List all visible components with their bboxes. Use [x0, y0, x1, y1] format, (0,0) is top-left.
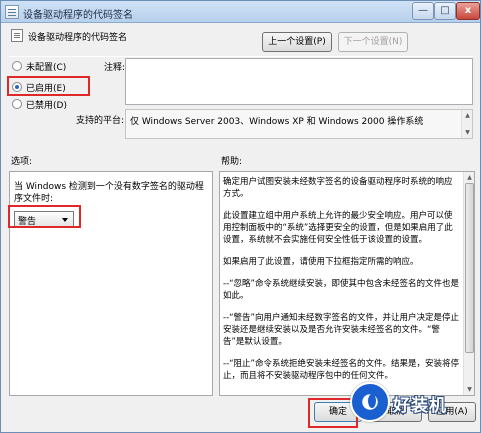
- options-description: 当 Windows 检测到一个没有数字签名的驱动程序文件时:: [14, 182, 204, 204]
- scroll-up-icon[interactable]: ▲: [463, 111, 472, 120]
- help-paragraph: 确定用户试图安装未经数字签名的设备驱动程序时系统的响应方式。: [223, 177, 453, 199]
- watermark-text: 好装机: [393, 396, 447, 416]
- radio-label: 已禁用(D): [26, 101, 67, 111]
- help-label: 帮助:: [221, 157, 243, 167]
- setting-icon: [11, 29, 23, 42]
- radio-circle[interactable]: [12, 61, 22, 71]
- dialog-window: 设备驱动程序的代码签名 — □ x 设备驱动程序的代码签名 上一个设置(P) 下…: [0, 0, 481, 433]
- policy-icon: [5, 5, 19, 19]
- maximize-button[interactable]: □: [434, 2, 456, 20]
- help-text: 确定用户试图安装未经数字签名的设备驱动程序时系统的响应方式。 此设置建立组中用户…: [223, 176, 460, 392]
- help-paragraph: --“阻止”命令系统拒绝安装未经签名的文件。结果是，安装将停止，而且将不安装驱动…: [223, 359, 459, 381]
- next-setting-button[interactable]: 下一个设置(N): [338, 32, 408, 52]
- scroll-down-icon[interactable]: ▼: [463, 128, 472, 137]
- platform-scrollbar[interactable]: ▲ ▼: [461, 110, 472, 138]
- help-paragraph: --“忽略”命令系统继续安装，即使其中包含未经签名的文件也是如此。: [223, 279, 459, 301]
- scroll-down-icon[interactable]: ▼: [465, 385, 474, 394]
- help-paragraph: 此设置建立组中用户系统上允许的最少安全响应。用户可以使用控制面板中的“系统”选择…: [223, 211, 453, 245]
- help-panel: 确定用户试图安装未经数字签名的设备驱动程序时系统的响应方式。 此设置建立组中用户…: [219, 171, 475, 396]
- radio-disabled[interactable]: 已禁用(D): [12, 97, 72, 111]
- previous-setting-button[interactable]: 上一个设置(P): [262, 32, 332, 52]
- radio-not-configured[interactable]: 未配置(C): [12, 59, 72, 73]
- comment-textarea[interactable]: [125, 58, 473, 105]
- platform-box: 仅 Windows Server 2003、Windows XP 和 Windo…: [125, 109, 473, 139]
- close-button[interactable]: x: [456, 2, 480, 20]
- enabled-highlight-box: [7, 76, 90, 96]
- options-label: 选项:: [11, 157, 33, 167]
- platform-value: 仅 Windows Server 2003、Windows XP 和 Windo…: [130, 117, 424, 127]
- setting-title: 设备驱动程序的代码签名: [28, 33, 128, 43]
- platform-label: 支持的平台:: [76, 116, 125, 126]
- comment-label: 注释:: [104, 63, 126, 73]
- minimize-button[interactable]: —: [412, 2, 434, 20]
- title-bar[interactable]: 设备驱动程序的代码签名 — □ x: [1, 1, 480, 23]
- radio-label: 未配置(C): [26, 63, 67, 73]
- help-paragraph: 如果启用了此设置，请使用下拉框指定所需的响应。: [223, 257, 419, 267]
- watermark-logo-icon: [350, 382, 390, 422]
- scroll-up-icon[interactable]: ▲: [465, 173, 474, 182]
- header-divider: [9, 56, 473, 57]
- radio-circle[interactable]: [12, 99, 22, 109]
- help-scrollbar[interactable]: ▲ ▼: [463, 172, 474, 395]
- help-paragraph: --“警告”向用户通知未经数字签名的文件，并让用户决定是停止安装还是继续安装以及…: [223, 313, 459, 347]
- window-title: 设备驱动程序的代码签名: [23, 10, 133, 21]
- scrollbar-thumb[interactable]: [465, 183, 474, 353]
- dropdown-highlight-box: [8, 205, 81, 228]
